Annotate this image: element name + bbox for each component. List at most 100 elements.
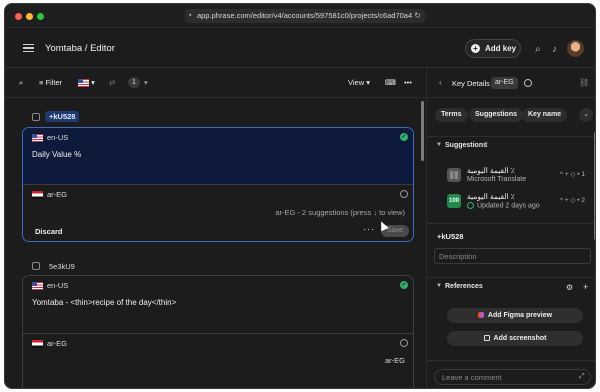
- address-bar[interactable]: ▪ app.phrase.com/editor/v4/accounts/5975…: [185, 9, 425, 23]
- panel-tabs: Terms Suggestions Key name ⌄: [427, 104, 595, 126]
- chevron-down-icon: ▾: [91, 78, 95, 87]
- key-name-chip[interactable]: +kU528: [45, 111, 80, 122]
- us-flag-icon: [32, 134, 43, 143]
- count-badge: 1: [128, 77, 140, 88]
- image-icon: [483, 335, 490, 342]
- suggestion-source: Microsoft Translate: [467, 176, 527, 183]
- tab-key-name[interactable]: Key name: [522, 108, 568, 122]
- machine-translation-icon: [447, 168, 461, 182]
- us-flag-icon: [78, 79, 89, 88]
- close-window-button[interactable]: [15, 13, 22, 20]
- source-text: Yomtaba - <thin>recipe of the day</thin>: [32, 298, 177, 307]
- tab-terms[interactable]: Terms: [435, 108, 468, 122]
- target-language: ar-EG: [32, 190, 67, 200]
- translation-input-hint[interactable]: ar-EG - 2 suggestions (press ↓ to view): [275, 208, 405, 217]
- suggestion-actions[interactable]: ^ + ◇ • 2: [560, 196, 585, 204]
- suggestions-count: 2: [484, 142, 488, 149]
- suggestion-actions[interactable]: ^ + ◇ • 1: [560, 170, 585, 178]
- editor-toolbar: ⌕ ≡ Filter ▾ ⇄ 1 ▾ View ▾ ⌨ •••: [5, 68, 425, 98]
- suggestions-section-header[interactable]: ▼ Suggestions 2: [427, 136, 595, 154]
- divider: [427, 360, 595, 361]
- key-checkbox[interactable]: [32, 113, 40, 121]
- add-figma-preview-button[interactable]: Add Figma preview: [447, 308, 583, 323]
- translation-memory-badge: 100: [447, 194, 461, 208]
- translation-card: en-US ✓ Yomtaba - <thin>recipe of the da…: [22, 275, 414, 388]
- chevron-down-icon[interactable]: ▾: [144, 78, 148, 87]
- chevron-left-icon[interactable]: ‹: [439, 78, 442, 87]
- gear-icon[interactable]: ⚙: [566, 283, 573, 292]
- maximize-window-button[interactable]: [37, 13, 44, 20]
- eg-flag-icon: [32, 340, 43, 349]
- key-name-label: +kU528: [437, 232, 464, 241]
- source-language: en-US: [32, 133, 68, 143]
- browser-window: ▪ app.phrase.com/editor/v4/accounts/5975…: [4, 3, 596, 389]
- link-icon[interactable]: ⛓: [579, 78, 589, 87]
- suggestion-item[interactable]: 100 القيمة اليومية ٪ Updated 2 days ago …: [427, 190, 595, 220]
- suggestion-text: القيمة اليومية ٪: [467, 166, 515, 175]
- panel-header: ‹ Key Details ar-EG ⛓: [427, 68, 595, 98]
- more-options-icon[interactable]: ···: [363, 224, 375, 234]
- collapse-triangle-icon: ▼: [436, 283, 442, 289]
- expand-icon[interactable]: ⤢: [579, 373, 585, 381]
- chevron-down-icon: ▾: [364, 78, 370, 87]
- view-label: View: [348, 78, 365, 87]
- panel-title: Key Details: [452, 79, 490, 88]
- status-circle-icon: [400, 190, 408, 198]
- chevron-down-icon[interactable]: ⌄: [579, 108, 593, 122]
- suggestion-meta: Updated 2 days ago: [467, 202, 540, 209]
- keyboard-icon[interactable]: ⌨: [385, 78, 396, 87]
- references-label: References: [445, 283, 483, 290]
- tab-suggestions[interactable]: Suggestions: [469, 108, 524, 122]
- translation-card: en-US ✓ Daily Value % ar-EG ar-EG - 2 su…: [22, 127, 414, 242]
- add-key-button[interactable]: + Add key: [465, 39, 521, 58]
- breadcrumb[interactable]: Yomtaba / Editor: [45, 43, 115, 54]
- key-name[interactable]: 5e3kU9: [49, 262, 75, 271]
- lock-icon: ▪: [189, 12, 192, 19]
- comment-input[interactable]: [434, 369, 591, 385]
- view-button[interactable]: View ▾: [348, 78, 370, 87]
- check-circle-icon: [467, 202, 474, 209]
- minimize-window-button[interactable]: [26, 13, 33, 20]
- add-key-label: Add key: [485, 44, 517, 53]
- panel-scrollbar[interactable]: [594, 132, 595, 240]
- source-text: Daily Value %: [32, 150, 82, 159]
- verified-check-icon: ✓: [400, 133, 408, 141]
- menu-icon[interactable]: [23, 44, 34, 52]
- url-text: app.phrase.com/editor/v4/accounts/597581…: [197, 11, 413, 20]
- references-section-header[interactable]: ▼ References ⚙ +: [427, 277, 595, 295]
- key-checkbox[interactable]: [32, 262, 40, 270]
- divider: [23, 184, 413, 185]
- us-flag-icon: [32, 282, 43, 291]
- discard-button[interactable]: Discard: [35, 227, 63, 236]
- verified-check-icon: ✓: [400, 281, 408, 289]
- bell-icon[interactable]: ♪: [552, 44, 557, 55]
- target-language: ar-EG: [32, 339, 67, 349]
- status-circle-icon: [400, 339, 408, 347]
- filter-button[interactable]: ≡ Filter: [39, 78, 62, 87]
- suggestions-label: Suggestions: [445, 142, 488, 149]
- target-text[interactable]: ar-EG: [385, 356, 405, 365]
- avatar[interactable]: [567, 40, 584, 57]
- search-icon[interactable]: ⌕: [535, 44, 541, 55]
- more-options-icon[interactable]: •••: [404, 78, 412, 87]
- eg-flag-icon: [32, 191, 43, 200]
- source-language: en-US: [32, 281, 68, 291]
- source-section: en-US ✓ Daily Value %: [23, 128, 413, 184]
- language-chip: ar-EG: [491, 77, 518, 89]
- reload-icon[interactable]: ↻: [414, 9, 421, 23]
- plus-icon: +: [471, 44, 480, 53]
- plus-icon[interactable]: +: [583, 282, 588, 292]
- translation-list: +kU528 en-US ✓ Daily Value % ar-EG ar-EG…: [5, 99, 425, 388]
- description-field[interactable]: [434, 248, 591, 264]
- search-icon[interactable]: ⌕: [19, 78, 23, 88]
- app-header: Yomtaba / Editor + Add key ⌕ ♪: [5, 28, 595, 68]
- add-screenshot-button[interactable]: Add screenshot: [447, 331, 583, 346]
- swap-icon[interactable]: ⇄: [109, 78, 115, 87]
- locale-selector[interactable]: ▾: [78, 78, 95, 88]
- divider: [23, 333, 413, 334]
- list-scrollbar[interactable]: [421, 101, 424, 161]
- status-circle-icon: [524, 79, 532, 87]
- key-details-panel: ‹ Key Details ar-EG ⛓ Terms Suggestions …: [426, 68, 595, 388]
- browser-bar: ▪ app.phrase.com/editor/v4/accounts/5975…: [5, 4, 595, 28]
- divider: [427, 223, 595, 224]
